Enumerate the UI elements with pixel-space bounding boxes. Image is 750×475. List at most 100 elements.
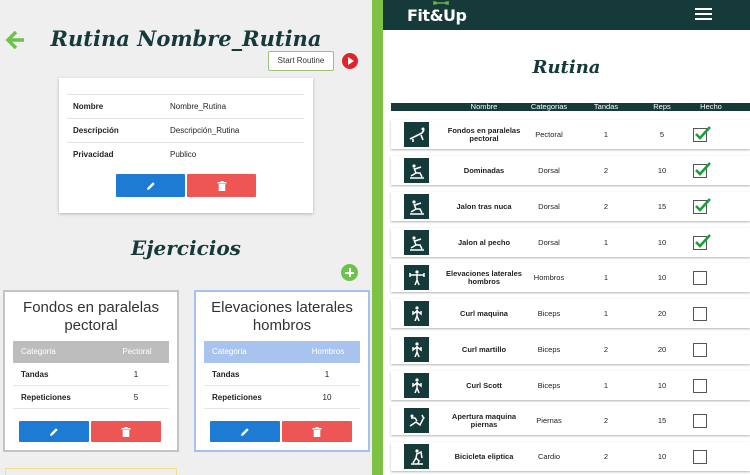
done-checkbox[interactable] bbox=[693, 307, 707, 321]
edit-routine-button[interactable] bbox=[116, 174, 185, 197]
delete-exercise-button[interactable] bbox=[91, 421, 161, 442]
edit-exercise-button[interactable] bbox=[19, 421, 89, 442]
done-checkbox[interactable] bbox=[693, 126, 711, 142]
info-key: Descripción bbox=[73, 126, 119, 135]
row-label: Tandas bbox=[212, 370, 240, 379]
pushup-icon bbox=[404, 122, 429, 147]
edit-exercise-button[interactable] bbox=[210, 421, 280, 442]
column-header-reps: Reps bbox=[653, 102, 671, 111]
row-value: 1 bbox=[133, 370, 139, 379]
table-header: Nombre Categorias Tandas Reps Hecho bbox=[391, 103, 750, 111]
exercise-reps: 20 bbox=[657, 308, 667, 318]
header-category: Hombros bbox=[311, 347, 345, 356]
table-row[interactable]: Curl maquina Biceps 1 20 bbox=[391, 299, 750, 328]
row-value: 5 bbox=[133, 393, 139, 402]
exercise-tandas: 1 bbox=[603, 237, 609, 247]
exercise-card: Elevaciones laterales hombros Categoria … bbox=[194, 290, 370, 452]
header-label: Categoria bbox=[212, 347, 247, 356]
table-row[interactable]: Jalon al pecho Dorsal 1 10 bbox=[391, 228, 750, 257]
delete-routine-button[interactable] bbox=[187, 174, 256, 197]
exercise-tandas: 1 bbox=[603, 380, 609, 390]
checkmark-icon bbox=[695, 162, 711, 176]
exercise-table-header: Categoria Hombros bbox=[204, 341, 360, 363]
exercise-reps: 20 bbox=[657, 344, 667, 354]
row-value: 1 bbox=[324, 370, 330, 379]
curl-icon bbox=[404, 373, 429, 398]
exercise-table: Categoria Hombros Tandas 1 Repeticiones … bbox=[204, 341, 360, 409]
add-exercise-button[interactable] bbox=[341, 264, 358, 281]
rowing-icon bbox=[404, 158, 429, 183]
delete-exercise-button[interactable] bbox=[282, 421, 352, 442]
done-checkbox[interactable] bbox=[693, 234, 711, 250]
play-icon[interactable] bbox=[342, 53, 358, 69]
exercise-reps: 10 bbox=[657, 380, 667, 390]
done-checkbox[interactable] bbox=[693, 198, 711, 214]
done-checkbox[interactable] bbox=[693, 450, 707, 464]
pencil-icon bbox=[50, 427, 58, 436]
panel-divider bbox=[372, 0, 383, 475]
exercise-name: Elevaciones laterales hombros bbox=[211, 299, 353, 334]
exercise-tandas: 2 bbox=[603, 451, 609, 461]
exercise-name: Fondos en paralelas pectoral bbox=[23, 299, 159, 334]
info-value: Descripción_Rutina bbox=[170, 126, 240, 135]
exercise-reps: 10 bbox=[657, 272, 667, 282]
leg-press-icon bbox=[404, 408, 429, 433]
table-row: Tandas 1 bbox=[13, 363, 169, 386]
row-label: Tandas bbox=[21, 370, 49, 379]
table-row[interactable]: Fondos en paralelas pectoral Pectoral 1 5 bbox=[391, 120, 750, 149]
app-logo[interactable]: Fit&Up bbox=[407, 6, 467, 25]
exercise-card-partial bbox=[5, 468, 177, 475]
exercise-reps: 10 bbox=[657, 237, 667, 247]
done-checkbox[interactable] bbox=[693, 271, 707, 285]
exercise-reps: 15 bbox=[657, 201, 667, 211]
exercise-table-header: Categoria Pectoral bbox=[13, 341, 169, 363]
exercise-tandas: 1 bbox=[603, 308, 609, 318]
curl-icon bbox=[404, 301, 429, 326]
routine-info-card: Nombre Nombre_Rutina Descripción Descrip… bbox=[59, 78, 313, 213]
table-row[interactable]: Curl Scott Biceps 1 10 bbox=[391, 371, 750, 400]
exercise-card: Fondos en paralelas pectoral Categoria P… bbox=[3, 290, 179, 452]
section-title: Ejercicios bbox=[131, 236, 241, 260]
done-checkbox[interactable] bbox=[693, 162, 711, 178]
exercise-reps: 15 bbox=[657, 415, 667, 425]
column-header-hecho: Hecho bbox=[700, 102, 722, 111]
table-row: Repeticiones 5 bbox=[13, 386, 169, 409]
trash-icon bbox=[217, 180, 226, 191]
exercise-tandas: 1 bbox=[603, 129, 609, 139]
table-row[interactable]: Curl martillo Biceps 2 20 bbox=[391, 335, 750, 364]
curl-icon bbox=[404, 337, 429, 362]
table-row: Repeticiones 10 bbox=[204, 386, 360, 409]
checkmark-icon bbox=[695, 234, 711, 248]
row-label: Repeticiones bbox=[21, 393, 71, 402]
pencil-icon bbox=[241, 427, 249, 436]
table-row[interactable]: Elevaciones laterales hombros Hombros 1 10 bbox=[391, 263, 750, 292]
menu-icon[interactable] bbox=[695, 8, 712, 20]
info-key: Nombre bbox=[73, 102, 104, 111]
header-category: Pectoral bbox=[122, 347, 152, 356]
done-checkbox[interactable] bbox=[693, 414, 707, 428]
table-row[interactable]: Bicicleta eliptica Cardio 2 10 bbox=[391, 442, 750, 471]
trash-icon bbox=[121, 426, 131, 437]
exercise-reps: 5 bbox=[659, 129, 665, 139]
page-title: Rutina Nombre_Rutina bbox=[50, 26, 322, 51]
done-checkbox[interactable] bbox=[693, 379, 707, 393]
info-row: Nombre Nombre_Rutina bbox=[67, 94, 304, 118]
checkmark-icon bbox=[695, 126, 711, 140]
table-row[interactable]: Dominadas Dorsal 2 10 bbox=[391, 156, 750, 185]
checkmark-icon bbox=[695, 198, 711, 212]
done-checkbox[interactable] bbox=[693, 343, 707, 357]
table-row[interactable]: Jalon tras nuca Dorsal 2 15 bbox=[391, 192, 750, 221]
table-row[interactable]: Apertura maquina piernas Piernas 2 15 bbox=[391, 406, 750, 435]
page-title: Rutina bbox=[532, 57, 601, 78]
start-routine-tooltip: Start Routine bbox=[268, 51, 334, 71]
exercise-tandas: 2 bbox=[603, 165, 609, 175]
pencil-icon bbox=[146, 181, 155, 190]
column-header-tandas: Tandas bbox=[593, 102, 619, 111]
rowing-icon bbox=[404, 230, 429, 255]
exercise-tandas: 2 bbox=[603, 201, 609, 211]
row-label: Repeticiones bbox=[212, 393, 262, 402]
rowing-icon bbox=[404, 194, 429, 219]
exercise-table: Categoria Pectoral Tandas 1 Repeticiones… bbox=[13, 341, 169, 409]
info-row: Descripción Descripción_Rutina bbox=[67, 118, 304, 142]
header-label: Categoria bbox=[21, 347, 56, 356]
